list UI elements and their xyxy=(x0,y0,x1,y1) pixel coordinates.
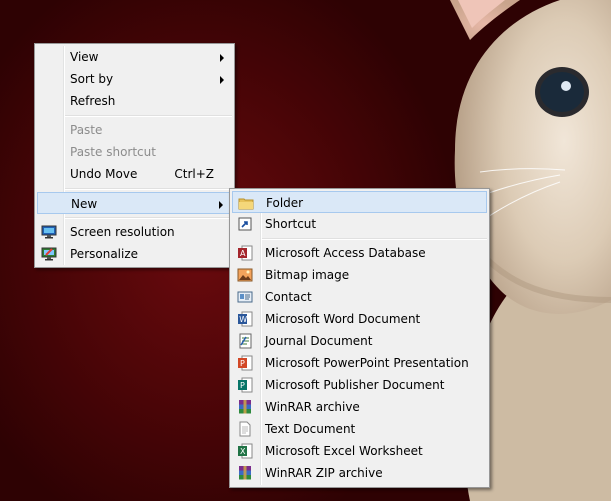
submenu-item-contact[interactable]: Contact xyxy=(232,286,487,308)
submenu-arrow-icon xyxy=(220,54,224,62)
submenu-item-access[interactable]: A Microsoft Access Database xyxy=(232,242,487,264)
folder-icon xyxy=(238,195,254,211)
menu-item-label: View xyxy=(70,50,99,64)
menu-item-label: Journal Document xyxy=(265,334,373,348)
screen-resolution-icon xyxy=(41,224,57,240)
menu-item-label: Microsoft Access Database xyxy=(265,246,426,260)
submenu-item-bitmap[interactable]: Bitmap image xyxy=(232,264,487,286)
menu-item-view[interactable]: View xyxy=(37,46,232,68)
menu-item-label: Folder xyxy=(266,196,304,210)
menu-item-refresh[interactable]: Refresh xyxy=(37,90,232,112)
svg-text:P: P xyxy=(240,359,245,368)
submenu-arrow-icon xyxy=(219,201,223,209)
menu-item-label: Sort by xyxy=(70,72,114,86)
menu-separator xyxy=(65,188,232,190)
menu-separator xyxy=(65,115,232,117)
desktop-context-menu: View Sort by Refresh Paste Paste shortcu… xyxy=(34,43,235,268)
powerpoint-icon: P xyxy=(237,355,253,371)
menu-item-undo-move[interactable]: Undo Move Ctrl+Z xyxy=(37,163,232,185)
submenu-item-powerpoint[interactable]: P Microsoft PowerPoint Presentation xyxy=(232,352,487,374)
menu-item-label: Paste xyxy=(70,123,103,137)
access-icon: A xyxy=(237,245,253,261)
text-document-icon xyxy=(237,421,253,437)
menu-item-label: Microsoft Word Document xyxy=(265,312,421,326)
submenu-item-text-document[interactable]: Text Document xyxy=(232,418,487,440)
new-submenu: Folder Shortcut A Microsoft Access Datab… xyxy=(229,188,490,488)
submenu-item-winrar[interactable]: WinRAR archive xyxy=(232,396,487,418)
submenu-item-folder[interactable]: Folder xyxy=(232,191,487,213)
winrar-zip-icon xyxy=(237,465,253,481)
menu-item-label: Personalize xyxy=(70,247,139,261)
shortcut-icon xyxy=(237,216,253,232)
menu-item-new[interactable]: New xyxy=(37,192,232,214)
menu-item-label: WinRAR ZIP archive xyxy=(265,466,383,480)
menu-item-label: New xyxy=(71,197,98,211)
menu-item-label: Refresh xyxy=(70,94,116,108)
menu-item-label: Microsoft PowerPoint Presentation xyxy=(265,356,469,370)
menu-item-label: Bitmap image xyxy=(265,268,350,282)
submenu-item-word[interactable]: W Microsoft Word Document xyxy=(232,308,487,330)
menu-item-paste-shortcut[interactable]: Paste shortcut xyxy=(37,141,232,163)
submenu-item-shortcut[interactable]: Shortcut xyxy=(232,213,487,235)
menu-item-label: Contact xyxy=(265,290,312,304)
menu-item-paste[interactable]: Paste xyxy=(37,119,232,141)
menu-item-label: Shortcut xyxy=(265,217,317,231)
menu-item-screen-resolution[interactable]: Screen resolution xyxy=(37,221,232,243)
bitmap-icon xyxy=(237,267,253,283)
svg-text:X: X xyxy=(240,447,246,456)
journal-icon xyxy=(237,333,253,349)
menu-item-shortcut: Ctrl+Z xyxy=(174,167,214,181)
menu-item-sort-by[interactable]: Sort by xyxy=(37,68,232,90)
menu-separator xyxy=(65,217,232,219)
word-icon: W xyxy=(237,311,253,327)
personalize-icon xyxy=(41,246,57,262)
submenu-arrow-icon xyxy=(220,76,224,84)
svg-text:P: P xyxy=(240,381,245,390)
menu-item-personalize[interactable]: Personalize xyxy=(37,243,232,265)
menu-item-label: Undo Move xyxy=(70,167,138,181)
menu-separator xyxy=(262,238,487,240)
menu-item-label: WinRAR archive xyxy=(265,400,360,414)
submenu-item-publisher[interactable]: P Microsoft Publisher Document xyxy=(232,374,487,396)
contact-icon xyxy=(237,289,253,305)
excel-icon: X xyxy=(237,443,253,459)
svg-text:A: A xyxy=(240,249,246,258)
menu-item-label: Paste shortcut xyxy=(70,145,156,159)
submenu-item-journal[interactable]: Journal Document xyxy=(232,330,487,352)
menu-item-label: Text Document xyxy=(265,422,356,436)
svg-text:W: W xyxy=(239,315,247,324)
menu-item-label: Microsoft Publisher Document xyxy=(265,378,445,392)
submenu-item-winrar-zip[interactable]: WinRAR ZIP archive xyxy=(232,462,487,484)
publisher-icon: P xyxy=(237,377,253,393)
winrar-icon xyxy=(237,399,253,415)
submenu-item-excel[interactable]: X Microsoft Excel Worksheet xyxy=(232,440,487,462)
menu-item-label: Screen resolution xyxy=(70,225,175,239)
menu-item-label: Microsoft Excel Worksheet xyxy=(265,444,423,458)
